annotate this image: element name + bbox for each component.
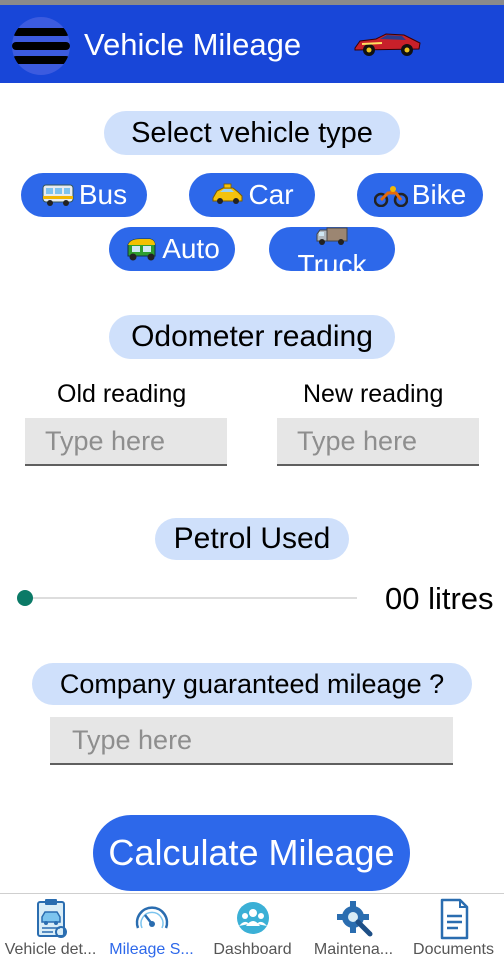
car-button[interactable]: Car: [189, 173, 315, 217]
vehicle-details-icon: [36, 899, 67, 938]
truck-button[interactable]: Truck: [269, 227, 395, 271]
new-reading-input[interactable]: [277, 418, 479, 466]
bike-button[interactable]: Bike: [357, 173, 483, 217]
guaranteed-mileage-heading: Company guaranteed mileage ?: [32, 663, 472, 705]
guaranteed-mileage-input[interactable]: [50, 717, 453, 765]
nav-label-mileage: Mileage S...: [109, 941, 194, 958]
nav-item-mileage[interactable]: Mileage S...: [101, 894, 202, 968]
petrol-used-heading: Petrol Used: [155, 518, 349, 560]
petrol-slider-thumb[interactable]: [17, 590, 33, 606]
app-bar: Vehicle Mileage: [0, 5, 504, 83]
nav-label-dashboard: Dashboard: [213, 941, 292, 958]
bike-label: Bike: [411, 179, 467, 210]
calculate-mileage-button[interactable]: Calculate Mileage: [93, 815, 410, 891]
nav-label-vehicle-details: Vehicle det...: [4, 941, 97, 958]
car-label: Car: [248, 179, 294, 210]
bike-icon: [373, 186, 408, 207]
bus-button[interactable]: Bus: [21, 173, 147, 217]
new-reading-label: New reading: [303, 380, 444, 408]
maintenance-icon: [336, 901, 372, 937]
bottom-navigation: Vehicle det... Mileage S... Dashboard Ma…: [0, 893, 504, 968]
truck-label: Truck: [297, 249, 367, 271]
bus-icon: [42, 184, 74, 206]
nav-item-vehicle-details[interactable]: Vehicle det...: [0, 894, 101, 968]
speedometer-icon: [135, 906, 168, 929]
old-reading-label: Old reading: [57, 380, 187, 408]
petrol-slider-track[interactable]: [25, 597, 357, 599]
petrol-value: 00 litres: [385, 581, 494, 616]
auto-rickshaw-icon: [127, 238, 156, 261]
truck-icon: [316, 227, 348, 245]
car-icon: [212, 183, 243, 204]
odometer-heading: Odometer reading: [109, 315, 395, 359]
auto-button[interactable]: Auto: [109, 227, 235, 271]
document-icon: [440, 898, 468, 940]
nav-label-documents: Documents: [413, 941, 494, 958]
bus-label: Bus: [78, 179, 128, 210]
nav-item-dashboard[interactable]: Dashboard: [202, 894, 303, 968]
vehicle-type-heading: Select vehicle type: [104, 111, 400, 155]
race-car-icon: [354, 33, 421, 56]
auto-label: Auto: [162, 233, 220, 264]
nav-item-maintenance[interactable]: Maintena...: [303, 894, 404, 968]
app-title: Vehicle Mileage: [84, 27, 302, 62]
old-reading-input[interactable]: [25, 418, 227, 466]
group-icon: [236, 902, 269, 934]
hamburger-menu-icon[interactable]: [12, 17, 70, 75]
nav-item-documents[interactable]: Documents: [403, 894, 504, 968]
nav-label-maintenance: Maintena...: [313, 941, 394, 958]
